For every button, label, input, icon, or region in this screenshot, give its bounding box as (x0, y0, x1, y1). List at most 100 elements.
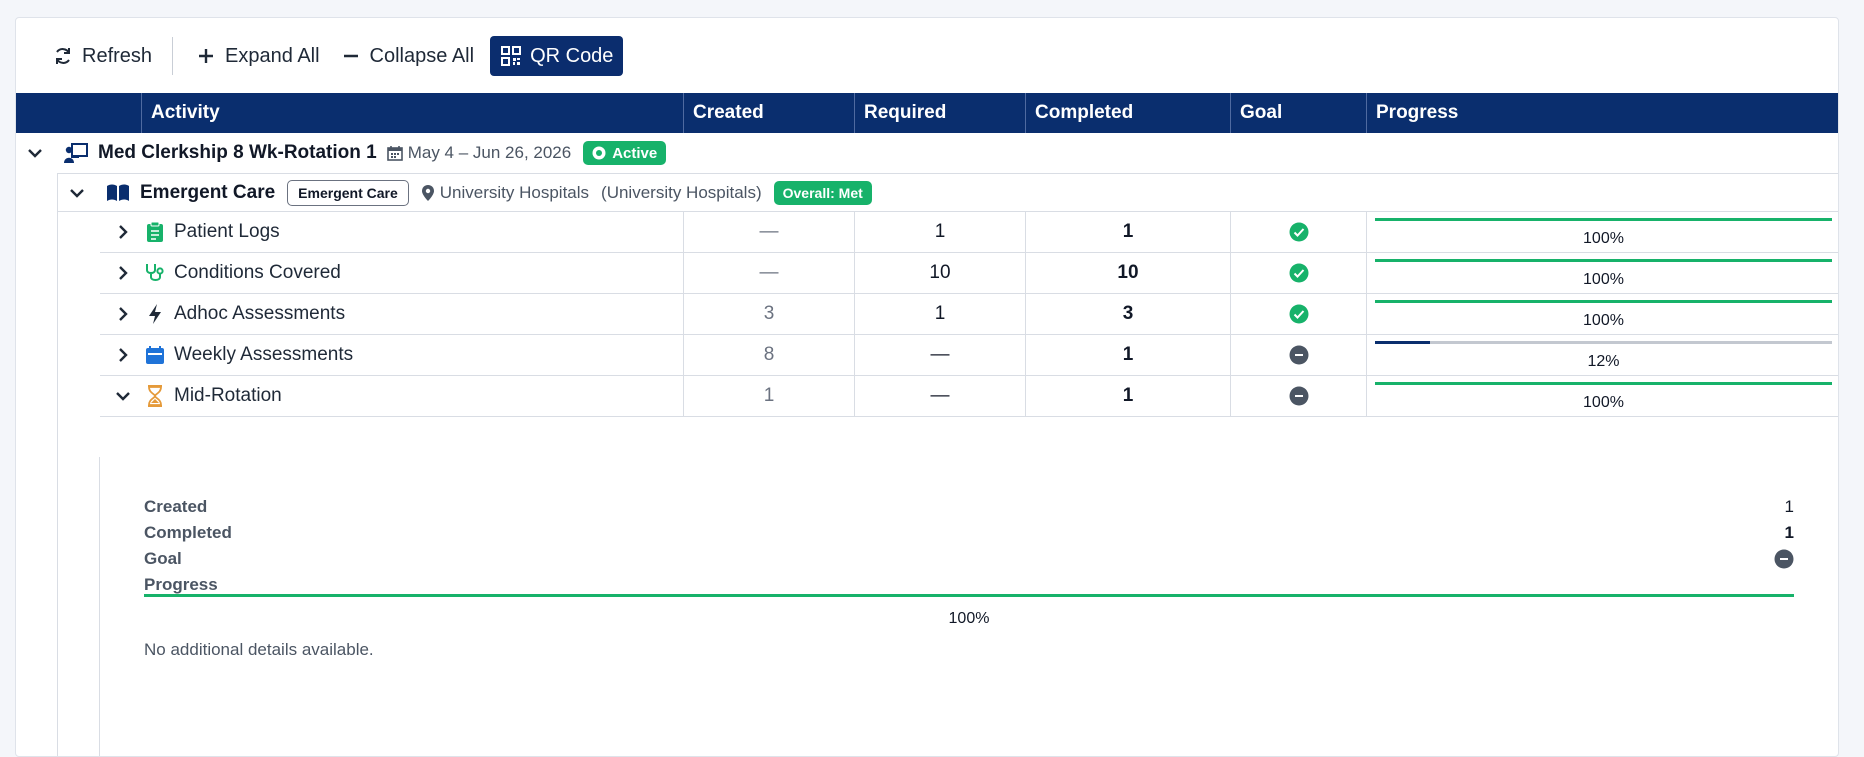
activity-name: Mid-Rotation (174, 385, 282, 406)
required-cell: 1 (855, 212, 1026, 252)
minus-circle-icon (1289, 386, 1309, 406)
qr-code-button[interactable]: QR Code (490, 36, 624, 76)
completed-cell: 10 (1026, 253, 1231, 293)
detail-progress-bar (144, 594, 1794, 597)
qr-code-label: QR Code (530, 44, 614, 67)
collapse-all-button[interactable]: Collapse All (330, 36, 485, 76)
toolbar: Refresh Expand All Collapse All QR Code (16, 18, 1838, 94)
qr-code-icon (500, 45, 522, 67)
activity-cell: Weekly Assessments (100, 335, 684, 375)
header-spacer (16, 93, 141, 133)
progress-cell: 100% (1367, 253, 1838, 293)
required-cell: — (855, 376, 1026, 416)
toolbar-divider (172, 37, 174, 75)
required-cell: — (855, 335, 1026, 375)
detail-goal-label: Goal (144, 549, 182, 568)
completed-cell: 1 (1026, 376, 1231, 416)
activity-cell: Conditions Covered (100, 253, 684, 293)
block-row: Emergent Care Emergent Care University H… (58, 173, 1838, 212)
progress-text: 100% (1583, 394, 1624, 411)
header-required[interactable]: Required (854, 93, 1025, 133)
stethoscope-icon (142, 260, 168, 286)
expand-all-button[interactable]: Expand All (185, 36, 330, 76)
progress-cell: 12% (1367, 335, 1838, 375)
detail-progress-fill (144, 594, 1794, 597)
progress-text: 100% (1583, 230, 1624, 247)
detail-created-value: 1 (1784, 497, 1794, 516)
activity-name: Adhoc Assessments (174, 303, 346, 324)
detail-progress-label: Progress (144, 575, 218, 594)
detail-progress-text: 100% (948, 610, 990, 627)
chevron-down-icon[interactable] (24, 142, 46, 164)
required-cell: 10 (855, 253, 1026, 293)
refresh-icon (52, 45, 74, 67)
detail-created-label: Created (144, 497, 208, 516)
header-goal[interactable]: Goal (1230, 93, 1366, 133)
detail-completed-value: 1 (1784, 523, 1794, 542)
chevron-right-icon[interactable] (112, 344, 134, 366)
rotation-row: Med Clerkship 8 Wk-Rotation 1 May 4 – Ju… (16, 133, 1838, 173)
chevron-right-icon[interactable] (112, 221, 134, 243)
progress-bar (1375, 259, 1832, 262)
created-cell: 3 (684, 294, 855, 334)
block-section: Emergent Care Emergent Care University H… (57, 173, 1838, 756)
expand-all-label: Expand All (225, 44, 320, 67)
goal-cell (1231, 212, 1367, 252)
status-badge-label: Active (612, 144, 658, 162)
plus-icon (195, 45, 217, 67)
progress-text: 100% (1583, 271, 1624, 288)
table-row[interactable]: Patient Logs —1 1 100% (100, 212, 1838, 253)
collapse-all-label: Collapse All (369, 44, 475, 67)
minus-circle-icon (1289, 345, 1309, 365)
completed-cell: 1 (1026, 335, 1231, 375)
progress-cell: 100% (1367, 294, 1838, 334)
progress-fill (1375, 382, 1832, 385)
header-created[interactable]: Created (683, 93, 854, 133)
progress-bar (1375, 218, 1832, 221)
table-row[interactable]: Conditions Covered —10 10 100% (100, 253, 1838, 294)
check-circle-icon (1289, 222, 1309, 242)
table-row[interactable]: Mid-Rotation 1—1 100% (100, 376, 1838, 417)
progress-text: 12% (1587, 353, 1620, 370)
minus-circle-icon (1774, 549, 1794, 574)
header-progress[interactable]: Progress (1366, 93, 1838, 133)
refresh-button[interactable]: Refresh (42, 36, 162, 76)
table-row[interactable]: Weekly Assessments 8—1 12% (100, 335, 1838, 376)
teacher-icon (62, 140, 90, 166)
header-activity[interactable]: Activity (141, 93, 725, 133)
goal-cell (1231, 294, 1367, 334)
block-tag: Emergent Care (287, 179, 409, 206)
activity-name: Conditions Covered (174, 262, 341, 283)
activity-cell: Adhoc Assessments (100, 294, 684, 334)
chevron-down-icon[interactable] (112, 385, 134, 407)
rotation-title: Med Clerkship 8 Wk-Rotation 1 (98, 142, 377, 163)
detail-created-row: Created 1 (144, 497, 1794, 521)
chevron-right-icon[interactable] (112, 303, 134, 325)
required-cell: 1 (855, 294, 1026, 334)
activity-cell: Mid-Rotation (100, 376, 684, 416)
table-row[interactable]: Adhoc Assessments 3 1 3 100% (100, 294, 1838, 335)
minus-icon (340, 45, 362, 67)
progress-cell: 100% (1367, 376, 1838, 416)
activity-cell: Patient Logs (100, 212, 684, 252)
calendar-grid-icon (386, 145, 403, 161)
progress-bar (1375, 382, 1832, 385)
progress-cell: 100% (1367, 212, 1838, 252)
overall-status-badge: Overall: Met (773, 180, 872, 205)
calendar-icon (142, 342, 168, 368)
goal-cell (1231, 376, 1367, 416)
chevron-down-icon[interactable] (66, 182, 88, 204)
play-circle-icon (592, 146, 606, 160)
progress-fill (1375, 300, 1832, 303)
header-completed[interactable]: Completed (1025, 93, 1230, 133)
refresh-label: Refresh (82, 44, 153, 67)
activity-name: Weekly Assessments (174, 344, 354, 365)
created-cell: 8 (684, 335, 855, 375)
table-header: Activity Created Required Completed Goal… (16, 93, 1838, 133)
created-cell: 1 (684, 376, 855, 416)
chevron-right-icon[interactable] (112, 262, 134, 284)
location-pin-icon (421, 184, 435, 202)
goal-cell (1231, 253, 1367, 293)
goal-cell (1231, 335, 1367, 375)
progress-fill (1375, 259, 1832, 262)
